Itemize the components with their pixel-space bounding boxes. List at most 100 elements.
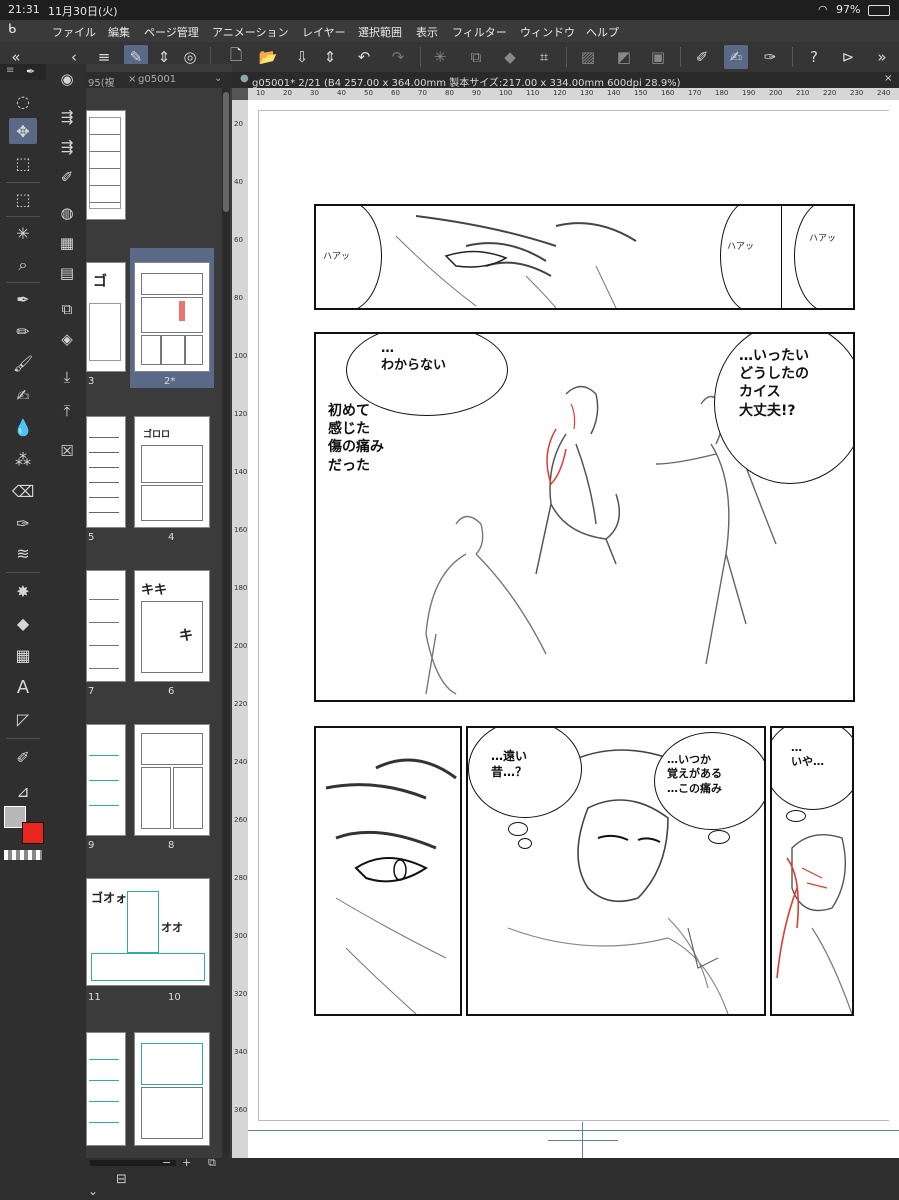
color-set-icon[interactable]: ▦ — [54, 230, 80, 256]
burst-icon[interactable]: ✸ — [9, 578, 37, 604]
page-thumbnail[interactable] — [86, 1032, 126, 1146]
flip-icon[interactable]: ⊳ — [836, 45, 860, 69]
page-thumbnail[interactable] — [86, 416, 126, 528]
menu-animation[interactable]: アニメーション — [212, 24, 289, 40]
brush-icon[interactable]: 🖌 — [9, 350, 37, 376]
document-tab-title[interactable]: g05001* 2/21 (B4 257.00 x 364.00mm 製本サイズ… — [252, 74, 681, 89]
expand-icon[interactable]: » — [870, 45, 894, 69]
magic-wand-icon[interactable]: ✳ — [9, 220, 37, 246]
pen-icon[interactable]: ✒ — [9, 286, 37, 312]
pen-nib-icon[interactable]: ✑ — [9, 510, 37, 536]
menu-edit[interactable]: 編集 — [108, 24, 130, 40]
tab-current-doc[interactable]: g05001 — [138, 74, 176, 85]
gradient-icon[interactable]: ▦ — [9, 642, 37, 668]
thought-text: …いつか 覚えがある …この痛み — [667, 753, 722, 795]
zoom-rotate-icon[interactable]: ◌ — [9, 88, 37, 114]
menu-file[interactable]: ファイル — [52, 24, 96, 40]
page-thumbnail[interactable]: キキ キ — [134, 570, 210, 682]
timeline-icon[interactable]: ▤ — [54, 260, 80, 286]
page-thumbnail[interactable] — [86, 724, 126, 836]
navigator-icon[interactable]: ◉ — [54, 66, 80, 92]
selection-tool-icon[interactable]: ⬚ — [9, 186, 37, 212]
app-logo-icon[interactable]: ᑲ — [8, 22, 16, 37]
page-thumbnail[interactable] — [134, 1032, 210, 1146]
export-icon[interactable]: ⤒ — [54, 398, 80, 424]
layer-stack-icon[interactable]: ≋ — [9, 540, 37, 566]
page-view-icon[interactable]: ⊟ — [116, 1172, 127, 1187]
layer-move-icon[interactable]: ⇶ — [54, 104, 80, 130]
manga-panel-4[interactable]: …遠い 昔…？ …いつか 覚えがある …この痛み — [466, 726, 766, 1016]
pen-tool-icon[interactable]: ✐ — [690, 45, 714, 69]
balloon-icon[interactable]: ⊿ — [9, 778, 37, 804]
save-icon[interactable]: ⇩ — [290, 45, 314, 69]
zoom-in-icon[interactable]: + — [182, 1156, 191, 1169]
tone-icon[interactable]: ◩ — [612, 45, 636, 69]
close-icon[interactable]: × — [884, 73, 892, 84]
loading-icon[interactable]: ✳ — [428, 45, 452, 69]
sub-color-swatch[interactable] — [22, 822, 44, 844]
page-panel-scrollbar[interactable] — [222, 88, 230, 1158]
brush-tool-icon[interactable]: ✍ — [724, 45, 748, 69]
pen-tab-icon[interactable]: ✒ — [26, 65, 35, 78]
close-icon[interactable]: × — [128, 74, 136, 85]
close-panel-icon[interactable]: ☒ — [54, 438, 80, 464]
manga-panel-1[interactable]: ハアッ ハアッ ハアッ — [314, 204, 855, 310]
layers-icon[interactable]: ◈ — [54, 326, 80, 352]
thought-text: … いや… — [791, 741, 824, 769]
menu-selection[interactable]: 選択範囲 — [358, 24, 402, 40]
pencil-icon[interactable]: ✏ — [9, 318, 37, 344]
page-thumbnail[interactable] — [86, 110, 126, 220]
decoration-icon[interactable]: ⁂ — [9, 446, 37, 472]
page-thumbnail-selected[interactable] — [134, 262, 210, 372]
menu-help[interactable]: ヘルプ — [586, 24, 619, 40]
thought-bubble: … いや… — [772, 728, 852, 810]
page-thumbnail[interactable] — [86, 570, 126, 682]
magnifier-icon[interactable]: ⌕ — [9, 252, 37, 278]
tab-previous[interactable]: 95(複 — [88, 74, 115, 89]
fill-bucket-icon[interactable]: ◆ — [9, 610, 37, 636]
blend-icon[interactable]: 💧 — [9, 414, 37, 440]
layer-search-icon[interactable]: ⧉ — [54, 296, 80, 322]
import-icon[interactable]: ⤓ — [54, 364, 80, 390]
menu-layer[interactable]: レイヤー — [302, 24, 346, 40]
manga-page[interactable]: ハアッ ハアッ ハアッ … わからない 初めて 感じた 傷の痛み だった …いっ… — [248, 100, 899, 1158]
page-thumbnail[interactable]: ゴ — [86, 262, 126, 372]
chevron-down-icon[interactable]: ⌄ — [88, 1184, 98, 1198]
move-tool-icon[interactable]: ✥ — [9, 118, 37, 144]
manga-panel-5[interactable]: … いや… — [770, 726, 854, 1016]
zoom-out-icon[interactable]: − — [162, 1156, 171, 1169]
frame-icon[interactable]: ▣ — [646, 45, 670, 69]
undo-icon[interactable]: ↶ — [352, 45, 376, 69]
airbrush-icon[interactable]: ✍ — [9, 382, 37, 408]
duplicate-icon[interactable]: ⧉ — [208, 1156, 216, 1170]
menu-page[interactable]: ページ管理 — [144, 24, 199, 40]
open-folder-icon[interactable]: 📂 — [256, 45, 280, 69]
layer-property-icon[interactable]: ⇶ — [54, 134, 80, 160]
ruler-pen-icon[interactable]: ✐ — [9, 744, 37, 770]
fill-icon[interactable]: ◆ — [498, 45, 522, 69]
eraser-icon[interactable]: ⌫ — [9, 478, 37, 504]
clear-icon[interactable]: ▨ — [576, 45, 600, 69]
menu-view[interactable]: 表示 — [416, 24, 438, 40]
help-icon[interactable]: ? — [802, 45, 826, 69]
manga-panel-3[interactable] — [314, 726, 462, 1016]
updown-icon[interactable]: ⇕ — [318, 45, 342, 69]
text-tool-icon[interactable]: A — [9, 674, 37, 700]
redo-icon[interactable]: ↷ — [386, 45, 410, 69]
page-thumbnail[interactable] — [134, 724, 210, 836]
copy-icon[interactable]: ⧉ — [464, 45, 488, 69]
frame-border-icon[interactable]: ◸ — [9, 706, 37, 732]
palette-menu-icon[interactable]: ≡ — [6, 65, 14, 76]
chevron-down-icon[interactable]: ⌄ — [214, 73, 222, 84]
color-wheel-icon[interactable]: ◍ — [54, 200, 80, 226]
object-tool-icon[interactable]: ⬚ — [9, 150, 37, 176]
manga-panel-2[interactable]: … わからない 初めて 感じた 傷の痛み だった …いったい どうしたの カイス… — [314, 332, 855, 702]
transform-icon[interactable]: ⌗ — [532, 45, 556, 69]
page-thumbnail-spread[interactable]: ゴオォ オオ — [86, 878, 210, 986]
eraser-tool-icon[interactable]: ✑ — [758, 45, 782, 69]
page-thumbnail[interactable]: ゴロロ — [134, 416, 210, 528]
menu-filter[interactable]: フィルター — [452, 24, 507, 40]
menu-window[interactable]: ウィンドウ — [520, 24, 575, 40]
transparent-color-swatch[interactable] — [4, 850, 42, 860]
color-picker-icon[interactable]: ✐ — [54, 164, 80, 190]
